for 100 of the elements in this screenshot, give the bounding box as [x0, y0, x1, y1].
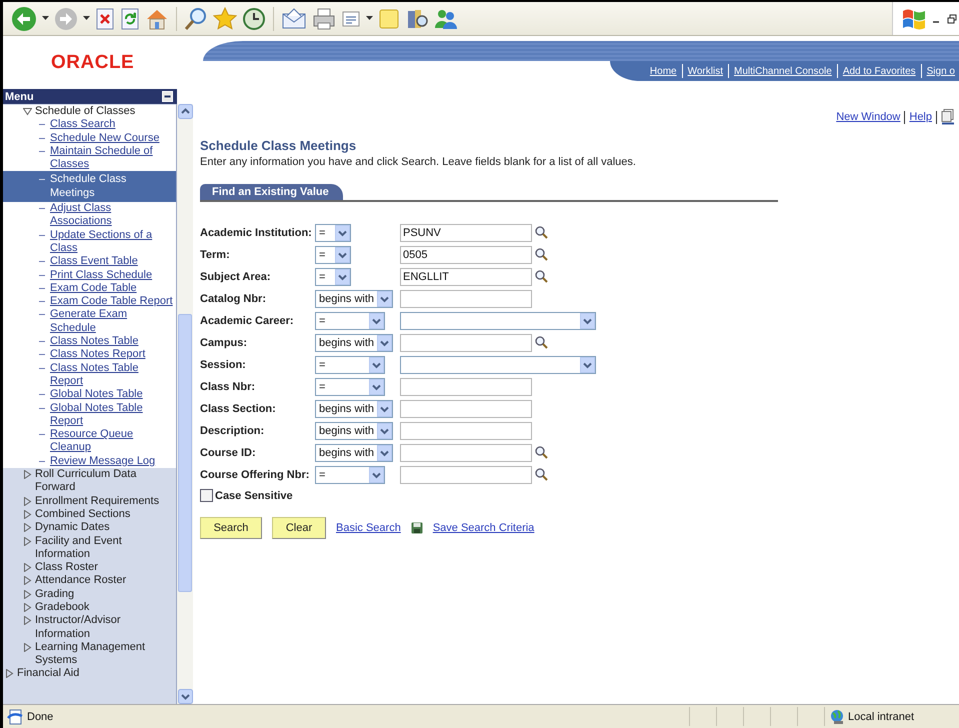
collapsed-triangle-icon[interactable]	[23, 496, 32, 506]
input-field[interactable]	[400, 422, 532, 440]
collapse-icon[interactable]	[162, 91, 173, 102]
value-select[interactable]	[400, 312, 596, 330]
checkbox[interactable]	[200, 489, 213, 502]
menu-folder[interactable]: Financial Aid	[17, 667, 80, 681]
scroll-down-icon[interactable]	[178, 689, 192, 704]
caret-icon[interactable]	[366, 16, 373, 21]
lookup-icon[interactable]	[535, 248, 548, 261]
collapsed-triangle-icon[interactable]	[23, 576, 32, 586]
save-icon[interactable]	[410, 522, 423, 534]
collapsed-triangle-icon[interactable]	[23, 616, 32, 626]
collapsed-triangle-icon[interactable]	[23, 642, 32, 652]
collapsed-triangle-icon[interactable]	[23, 510, 32, 519]
input-field[interactable]	[400, 466, 532, 484]
star-icon[interactable]	[213, 6, 237, 30]
menu-folder[interactable]: Gradebook	[35, 600, 90, 614]
menu-folder[interactable]: Class Roster	[35, 561, 98, 574]
menu-link[interactable]: Update Sections of a Class	[3, 228, 176, 256]
nav-link[interactable]: Add to Favorites	[842, 66, 916, 76]
operator-select[interactable]: =	[315, 466, 385, 484]
nav-link[interactable]: MultiChannel Console	[734, 66, 832, 76]
operator-select[interactable]: begins with	[315, 290, 394, 308]
document-icon[interactable]	[341, 8, 361, 28]
menu-link[interactable]: Class Notes Report	[3, 348, 176, 362]
lookup-icon[interactable]	[535, 336, 548, 349]
input-field[interactable]	[400, 334, 532, 352]
lookup-icon[interactable]	[535, 226, 548, 239]
menu-link[interactable]: Maintain Schedule of Classes	[3, 144, 176, 172]
menu-folder[interactable]: Enrollment Requirements	[35, 494, 160, 508]
menu-link[interactable]: Print Class Schedule	[3, 268, 176, 282]
menu-link[interactable]: Generate Exam Schedule	[3, 308, 176, 336]
collapsed-triangle-icon[interactable]	[23, 536, 32, 546]
menu-link[interactable]: Class Notes Table Report	[3, 362, 176, 388]
scrollbar[interactable]	[177, 104, 193, 704]
history-icon[interactable]	[242, 6, 266, 30]
input-field[interactable]	[400, 400, 532, 418]
search-icon[interactable]	[184, 6, 208, 30]
menu-link[interactable]: Global Notes Table Report	[3, 402, 176, 428]
collapsed-triangle-icon[interactable]	[23, 590, 32, 599]
menu-link[interactable]: Class Event Table	[3, 255, 176, 269]
tab[interactable]: Find an Existing Value	[200, 184, 343, 200]
scroll-up-icon[interactable]	[178, 104, 192, 119]
operator-select[interactable]: =	[315, 246, 351, 264]
menu-folder[interactable]: Grading	[35, 588, 74, 601]
operator-select[interactable]: begins with	[315, 422, 394, 440]
menu-link[interactable]: Class Search	[3, 118, 176, 132]
collapsed-triangle-icon[interactable]	[23, 602, 32, 612]
operator-select[interactable]: =	[315, 268, 351, 286]
lookup-icon[interactable]	[535, 446, 548, 459]
action-button[interactable]: Clear	[272, 517, 326, 539]
operator-select[interactable]: begins with	[315, 400, 394, 418]
caret-icon[interactable]	[83, 16, 90, 21]
expanded-triangle-icon[interactable]	[23, 107, 32, 116]
input-field[interactable]: ENGLLIT	[400, 268, 532, 286]
collapsed-triangle-icon[interactable]	[5, 669, 14, 678]
page-link[interactable]: Help	[909, 111, 932, 123]
menu-link[interactable]: Review Message Log	[3, 454, 176, 468]
menu-link[interactable]: Resource Queue Cleanup	[3, 428, 176, 455]
menu-folder[interactable]: Learning Management Systems	[35, 640, 176, 668]
nav-link[interactable]: Worklist	[688, 66, 723, 76]
menu-folder[interactable]: Attendance Roster	[35, 574, 126, 588]
value-select[interactable]	[400, 356, 596, 374]
scroll-thumb[interactable]	[178, 314, 192, 592]
operator-select[interactable]: begins with	[315, 334, 394, 352]
operator-select[interactable]: begins with	[315, 444, 394, 462]
input-field[interactable]: PSUNV	[400, 224, 532, 242]
collapsed-triangle-icon[interactable]	[23, 563, 32, 572]
menu-link[interactable]: Exam Code Table	[3, 282, 176, 296]
menu-folder[interactable]: Facility and Event Information	[35, 534, 176, 562]
collapsed-triangle-icon[interactable]	[23, 523, 32, 532]
mail-icon[interactable]	[281, 8, 307, 30]
save-search-link[interactable]: Save Search Criteria	[432, 522, 534, 534]
menu-folder[interactable]: Instructor/Advisor Information	[35, 614, 176, 641]
nav-link[interactable]: Sign o	[926, 66, 955, 76]
lookup-icon[interactable]	[535, 270, 548, 283]
page-link[interactable]: New Window	[836, 111, 900, 123]
back-icon[interactable]	[11, 6, 37, 32]
page-url-icon[interactable]	[941, 109, 955, 125]
menu-link[interactable]: Schedule Class Meetings	[3, 171, 176, 202]
input-field[interactable]	[400, 378, 532, 396]
action-button[interactable]: Search	[200, 517, 262, 539]
menu-link[interactable]: Class Notes Table	[3, 335, 176, 348]
collapsed-triangle-icon[interactable]	[23, 470, 32, 480]
nav-link[interactable]: Home	[650, 66, 677, 76]
caret-icon[interactable]	[42, 16, 49, 21]
menu-folder[interactable]: Schedule of Classes	[35, 105, 136, 118]
printer-icon[interactable]	[312, 8, 336, 30]
menu-link[interactable]: Adjust Class Associations	[3, 202, 176, 229]
menu-folder[interactable]: Dynamic Dates	[35, 521, 110, 534]
refresh-icon[interactable]	[120, 8, 140, 30]
input-field[interactable]: 0505	[400, 246, 532, 264]
operator-select[interactable]: =	[315, 224, 351, 242]
menu-link[interactable]: Global Notes Table	[3, 388, 176, 402]
menu-link[interactable]: Schedule New Course	[3, 132, 176, 145]
input-field[interactable]	[400, 444, 532, 462]
operator-select[interactable]: =	[315, 356, 385, 374]
stop-icon[interactable]	[95, 8, 115, 30]
input-field[interactable]	[400, 290, 532, 308]
menu-folder[interactable]: Combined Sections	[35, 508, 130, 522]
